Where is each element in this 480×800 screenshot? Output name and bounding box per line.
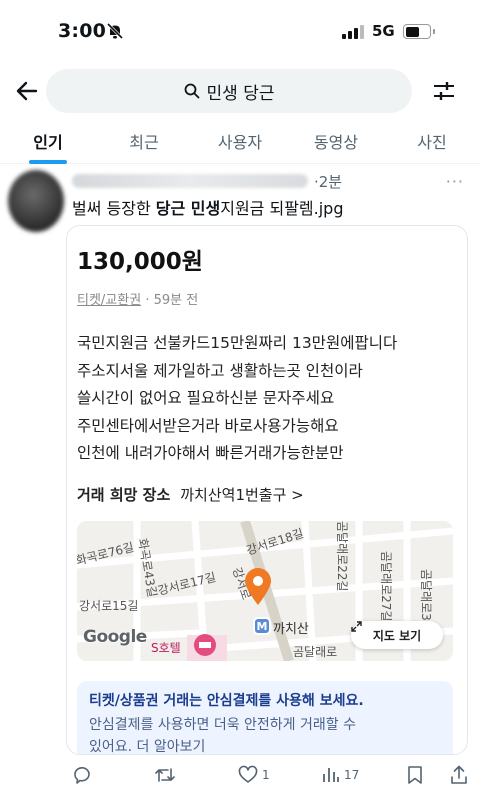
tab-people[interactable]: 사용자 <box>192 118 288 163</box>
tab-videos[interactable]: 동영상 <box>288 118 384 163</box>
listing-price: 130,000원 <box>77 249 203 275</box>
tweet-text-part: 지원금 되팔렘.jpg <box>220 199 344 218</box>
google-logo: Google <box>83 627 147 647</box>
listing-description: 국민지원금 선불카드15만원짜리 13만원에팝니다 주소지서울 제가일하고 생활… <box>77 330 457 468</box>
listing-posted: · 59분 전 <box>141 293 199 308</box>
views-button[interactable]: 17 <box>322 762 359 788</box>
tab-latest[interactable]: 최근 <box>96 118 192 163</box>
tab-photos[interactable]: 사진 <box>384 118 480 163</box>
like-button[interactable]: 1 <box>238 762 270 788</box>
reply-button[interactable] <box>72 762 92 788</box>
tweet-header: ·2분 ··· <box>72 170 472 192</box>
network-type: 5G <box>372 22 395 40</box>
metro-icon: M <box>253 617 271 635</box>
retweet-icon <box>155 768 175 782</box>
location-map: 화곡로43길 강서로18길 곰달래로22길 곰달래로27길 곰달래로31길 화곡… <box>77 521 453 661</box>
notice-line: 있어요. 더 알아보기 <box>89 739 206 755</box>
map-label: 강서로15길 <box>79 599 139 613</box>
like-count: 1 <box>262 768 270 782</box>
description-line: 국민지원금 선불카드15만원짜리 13만원에팝니다 <box>77 334 398 352</box>
meeting-place-value: 까치산역1번출구 > <box>180 486 304 504</box>
view-map-label: 지도 보기 <box>372 628 422 643</box>
listing-meta: 티켓/교환권 · 59분 전 <box>77 289 198 308</box>
description-line: 쓸시간이 없어요 필요하신분 문자주세요 <box>77 389 335 407</box>
safe-payment-notice: 티켓/상품권 거래는 안심결제를 사용해 보세요. 안심결제를 사용하면 더욱 … <box>77 681 453 755</box>
battery-icon <box>403 24 435 39</box>
reply-icon <box>74 766 90 784</box>
search-header: 민생 당근 <box>0 64 480 118</box>
clock: 3:00 <box>58 20 107 42</box>
tab-popular[interactable]: 인기 <box>0 118 96 163</box>
search-input[interactable]: 민생 당근 <box>46 69 412 113</box>
bookmark-button[interactable] <box>406 762 424 788</box>
search-icon <box>184 83 199 99</box>
expand-icon <box>351 621 362 632</box>
share-button[interactable] <box>450 762 468 788</box>
status-bar: 3:00 5G <box>0 0 480 64</box>
description-line: 주민센타에서받은거라 바로사용가능해요 <box>77 416 339 435</box>
retweet-button[interactable] <box>154 762 176 788</box>
views-chart-icon <box>323 768 339 782</box>
view-map-button[interactable]: 지도 보기 <box>351 621 443 649</box>
notice-title: 티켓/상품권 거래는 안심결제를 사용해 보세요. <box>89 693 364 709</box>
description-line: 주소지서울 제가일하고 생활하는곳 인천이라 <box>77 361 363 380</box>
back-arrow-icon[interactable] <box>14 78 40 104</box>
bell-slash-icon <box>106 22 124 40</box>
search-tabs: 인기 최근 사용자 동영상 사진 <box>0 118 480 164</box>
description-line: 인천에 내려가야해서 빠른거래가능한분만 <box>77 444 344 462</box>
share-icon <box>451 765 467 784</box>
tweet-image-listing[interactable]: 130,000원 티켓/교환권 · 59분 전 국민지원금 선불카드15만원짜리… <box>66 225 468 755</box>
map-label: 곰달래로 <box>293 645 338 659</box>
meeting-place-label: 거래 희망 장소 <box>77 486 171 504</box>
view-count: 17 <box>344 768 360 782</box>
filter-settings-icon[interactable] <box>432 79 456 103</box>
station-label: 까치산 <box>273 622 309 637</box>
avatar[interactable] <box>8 170 64 232</box>
meeting-place: 거래 희망 장소 까치산역1번출구 > <box>77 484 304 505</box>
map-pin-icon <box>245 568 271 605</box>
search-query: 민생 당근 <box>206 83 275 104</box>
tweet-text: 벌써 등장한 당근 민생지원금 되팔렘.jpg <box>72 195 343 219</box>
tweet-text-highlight: 당근 민생 <box>155 199 221 218</box>
tweet-actions: 1 17 <box>72 762 472 788</box>
map-label: 곰달래로27길 <box>379 551 393 622</box>
hotel-icon <box>194 634 216 656</box>
notice-line: 안심결제를 사용하면 더욱 안전하게 거래할 수 <box>89 717 356 733</box>
tweet-text-part: 벌써 등장한 <box>72 199 156 218</box>
author-name-redacted[interactable] <box>72 174 308 188</box>
map-label: 곰달래로22길 <box>335 521 349 592</box>
more-options-icon[interactable]: ··· <box>446 172 464 191</box>
map-label: S호텔 <box>151 641 181 655</box>
signal-icon <box>342 25 364 39</box>
tweet-time: ·2분 <box>314 172 343 191</box>
bookmark-icon <box>408 766 422 784</box>
heart-icon <box>238 765 258 783</box>
listing-category: 티켓/교환권 <box>77 293 142 308</box>
notice-body: 안심결제를 사용하면 더욱 안전하게 거래할 수 있어요. 더 알아보기 <box>89 714 441 755</box>
